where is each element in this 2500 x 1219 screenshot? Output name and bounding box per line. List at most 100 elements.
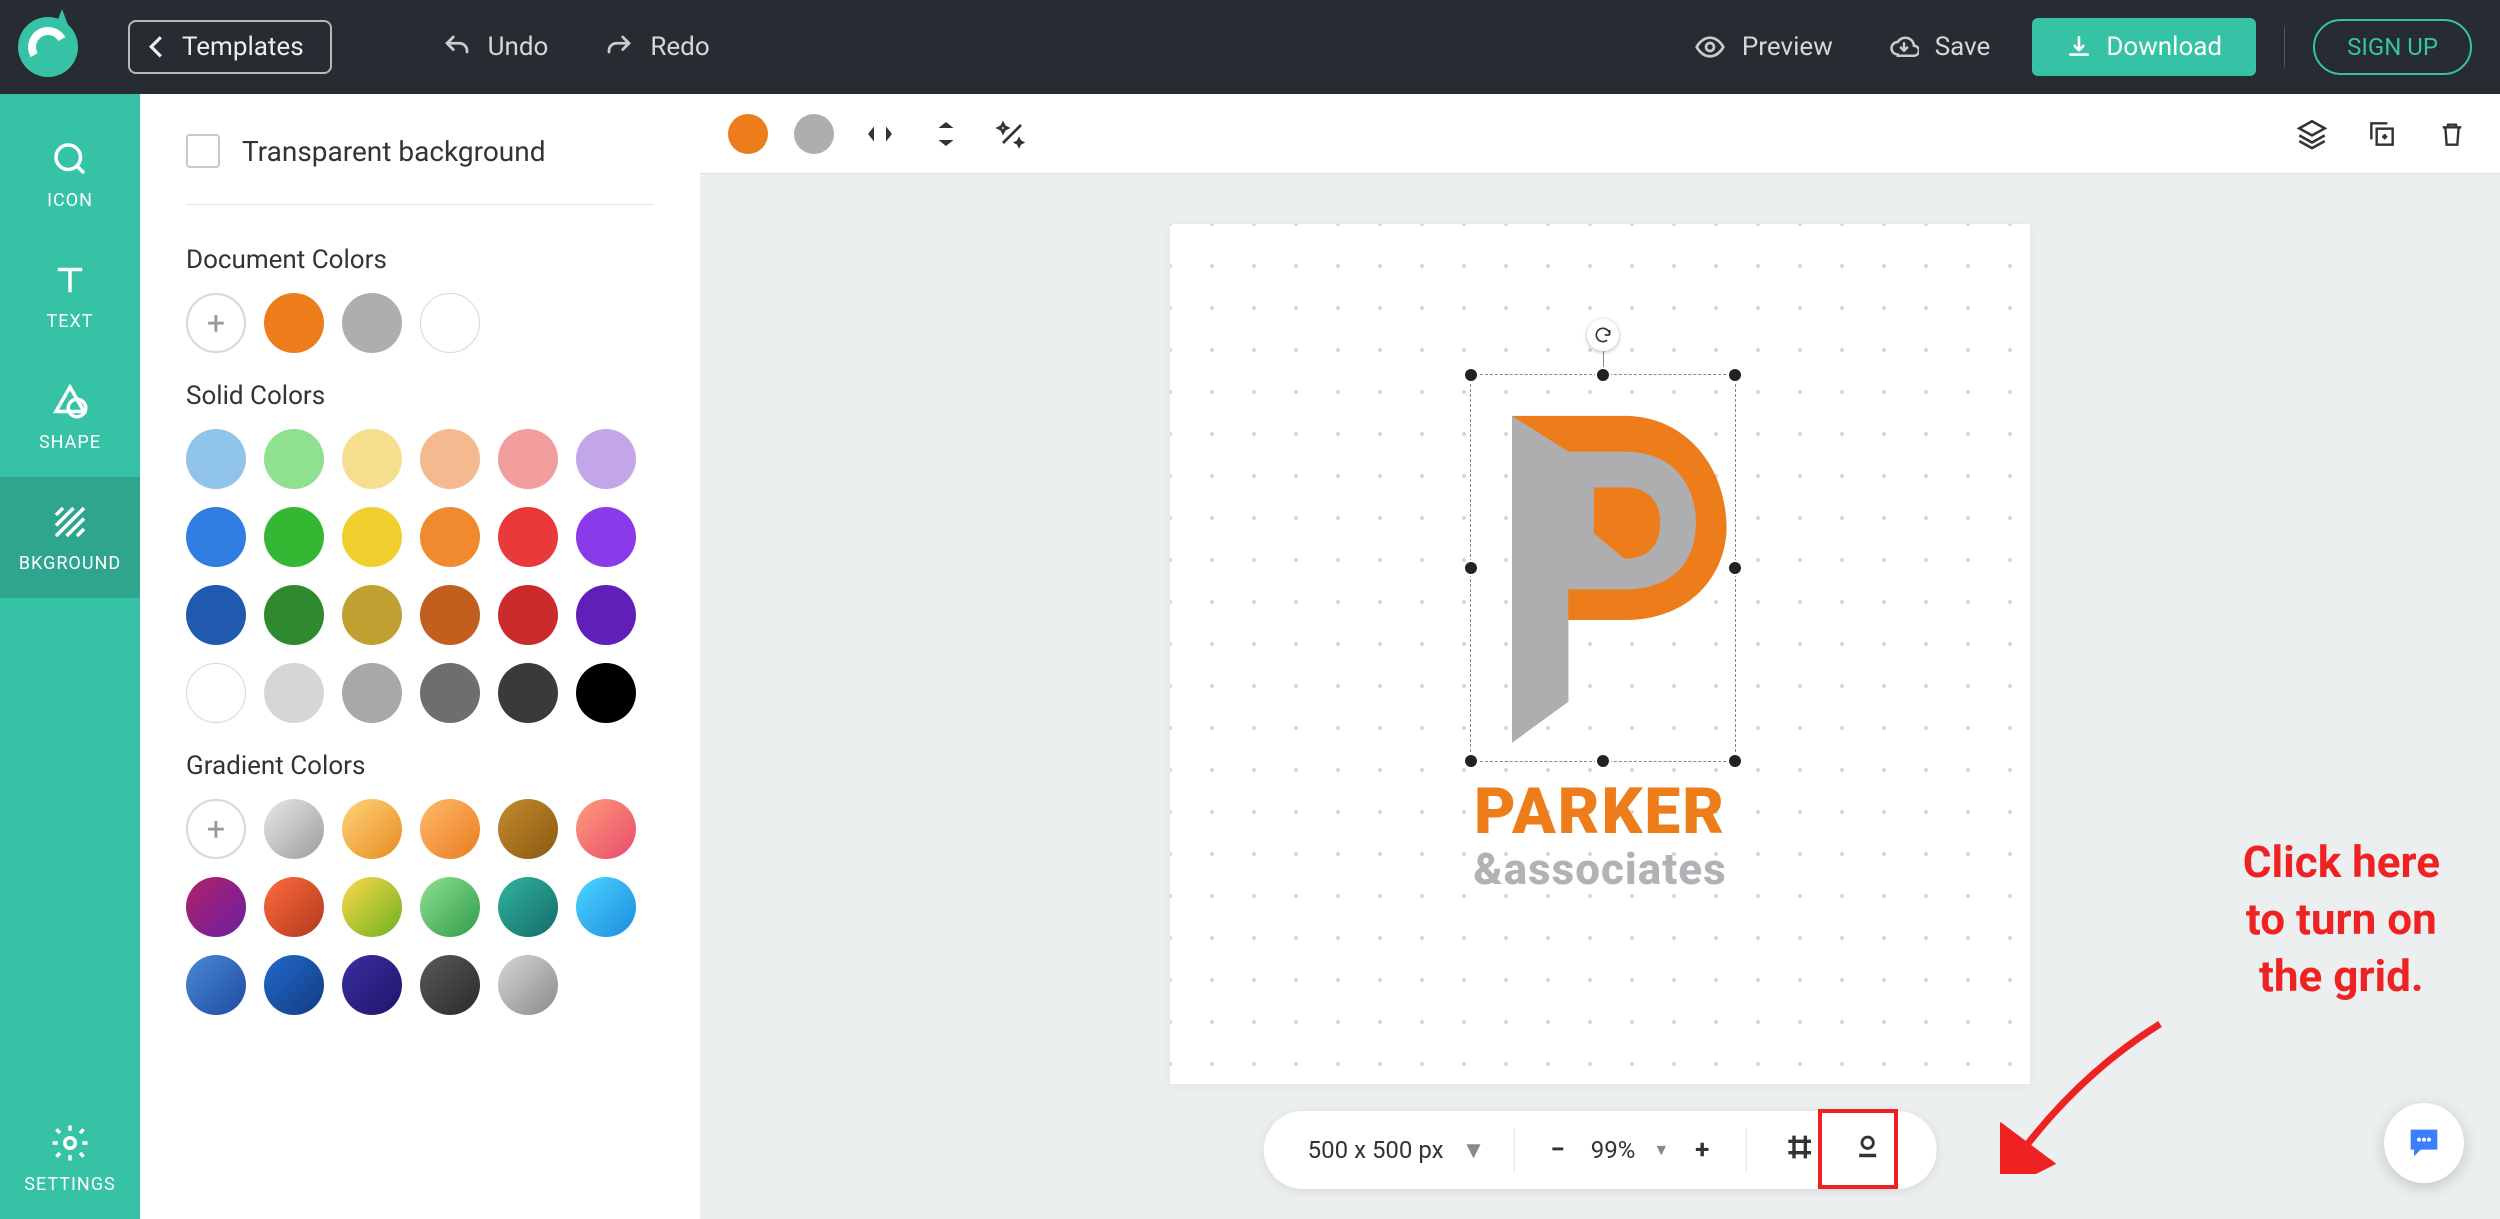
doc-colors-title: Document Colors	[186, 245, 654, 275]
gradient-swatch[interactable]	[186, 877, 246, 937]
transparent-checkbox[interactable]	[186, 134, 220, 168]
color-swatch[interactable]	[576, 507, 636, 567]
gradient-swatch[interactable]	[576, 877, 636, 937]
gradient-swatch[interactable]	[264, 799, 324, 859]
doc-colors-row: +	[186, 293, 654, 353]
app-logo[interactable]	[18, 17, 78, 77]
color-swatch[interactable]	[420, 507, 480, 567]
rail-item-icon[interactable]: ICON	[0, 114, 140, 235]
add-color-button[interactable]: +	[186, 293, 246, 353]
annotation-arrow	[2000, 1014, 2180, 1174]
flip-horizontal-button[interactable]	[860, 114, 900, 154]
color-swatch[interactable]	[342, 507, 402, 567]
color-swatch[interactable]	[186, 585, 246, 645]
gradient-swatch[interactable]	[264, 877, 324, 937]
chat-button[interactable]	[2384, 1103, 2464, 1183]
color-swatch[interactable]	[186, 663, 246, 723]
rail-item-background[interactable]: BKGROUND	[0, 477, 140, 598]
color-swatch[interactable]	[576, 663, 636, 723]
gradient-swatch[interactable]	[420, 877, 480, 937]
gradient-colors-row: +	[186, 799, 654, 1015]
gradient-colors-title: Gradient Colors	[186, 751, 654, 781]
color-swatch[interactable]	[186, 507, 246, 567]
canvas-size-label: 500 x 500 px	[1308, 1136, 1444, 1164]
redo-label: Redo	[650, 32, 709, 62]
canvas-size-dropdown[interactable]: 500 x 500 px ▼	[1290, 1136, 1504, 1165]
rail-item-settings[interactable]: SETTINGS	[0, 1098, 140, 1219]
color-swatch[interactable]	[576, 585, 636, 645]
divider	[2284, 27, 2285, 67]
logo-line2: &associates	[1170, 843, 2030, 895]
gradient-swatch[interactable]	[420, 955, 480, 1015]
color-swatch[interactable]	[420, 293, 480, 353]
gradient-swatch[interactable]	[420, 799, 480, 859]
color-swatch[interactable]	[342, 585, 402, 645]
gradient-swatch[interactable]	[342, 955, 402, 1015]
fill-color-2[interactable]	[794, 114, 834, 154]
undo-button[interactable]: Undo	[428, 24, 563, 70]
logo-line1: PARKER	[1170, 774, 2030, 849]
fill-color-1[interactable]	[728, 114, 768, 154]
artboard[interactable]: PARKER &associates	[1170, 224, 2030, 1084]
zoom-in-button[interactable]: +	[1687, 1127, 1717, 1173]
color-swatch[interactable]	[342, 429, 402, 489]
gradient-swatch[interactable]	[342, 877, 402, 937]
download-button[interactable]: Download	[2032, 18, 2256, 76]
color-swatch[interactable]	[576, 429, 636, 489]
color-swatch[interactable]	[264, 585, 324, 645]
solid-colors-title: Solid Colors	[186, 381, 654, 411]
divider	[1745, 1128, 1746, 1172]
color-swatch[interactable]	[264, 429, 324, 489]
color-swatch[interactable]	[264, 663, 324, 723]
gradient-swatch[interactable]	[498, 799, 558, 859]
color-swatch[interactable]	[420, 585, 480, 645]
zoom-out-button[interactable]: −	[1542, 1127, 1572, 1173]
color-swatch[interactable]	[342, 293, 402, 353]
signup-button[interactable]: SIGN UP	[2313, 19, 2472, 75]
rail-label: SHAPE	[39, 432, 101, 453]
layers-button[interactable]	[2292, 114, 2332, 154]
rotate-handle[interactable]	[1587, 319, 1619, 351]
gradient-swatch[interactable]	[498, 877, 558, 937]
preview-label: Preview	[1742, 32, 1833, 62]
save-button[interactable]: Save	[1875, 24, 2005, 70]
annotation-highlight	[1818, 1109, 1898, 1189]
transparent-label: Transparent background	[242, 135, 546, 168]
logo-icon[interactable]	[1471, 375, 1735, 761]
color-swatch[interactable]	[498, 507, 558, 567]
color-swatch[interactable]	[420, 663, 480, 723]
chevron-down-icon[interactable]: ▼	[1653, 1140, 1669, 1160]
effects-button[interactable]	[992, 114, 1032, 154]
solid-colors-row	[186, 429, 654, 723]
rail-item-shape[interactable]: SHAPE	[0, 356, 140, 477]
color-swatch[interactable]	[264, 507, 324, 567]
gradient-swatch[interactable]	[342, 799, 402, 859]
logo-text[interactable]: PARKER &associates	[1170, 774, 2030, 895]
duplicate-button[interactable]	[2362, 114, 2402, 154]
rail-label: ICON	[47, 190, 93, 211]
add-gradient-button[interactable]: +	[186, 799, 246, 859]
templates-label: Templates	[182, 32, 304, 62]
background-panel: Transparent background Document Colors +…	[140, 94, 700, 1219]
gradient-swatch[interactable]	[576, 799, 636, 859]
rail-label: BKGROUND	[19, 553, 121, 574]
color-swatch[interactable]	[186, 429, 246, 489]
color-swatch[interactable]	[498, 429, 558, 489]
gradient-swatch[interactable]	[264, 955, 324, 1015]
selection-box[interactable]	[1470, 374, 1736, 762]
templates-button[interactable]: Templates	[128, 20, 332, 74]
gradient-swatch[interactable]	[498, 955, 558, 1015]
color-swatch[interactable]	[342, 663, 402, 723]
flip-vertical-button[interactable]	[926, 114, 966, 154]
grid-toggle-button[interactable]	[1774, 1122, 1824, 1179]
zoom-label: 99%	[1591, 1136, 1636, 1164]
color-swatch[interactable]	[498, 585, 558, 645]
delete-button[interactable]	[2432, 114, 2472, 154]
color-swatch[interactable]	[420, 429, 480, 489]
preview-button[interactable]: Preview	[1680, 23, 1847, 71]
color-swatch[interactable]	[264, 293, 324, 353]
redo-button[interactable]: Redo	[590, 24, 723, 70]
color-swatch[interactable]	[498, 663, 558, 723]
gradient-swatch[interactable]	[186, 955, 246, 1015]
rail-item-text[interactable]: TEXT	[0, 235, 140, 356]
